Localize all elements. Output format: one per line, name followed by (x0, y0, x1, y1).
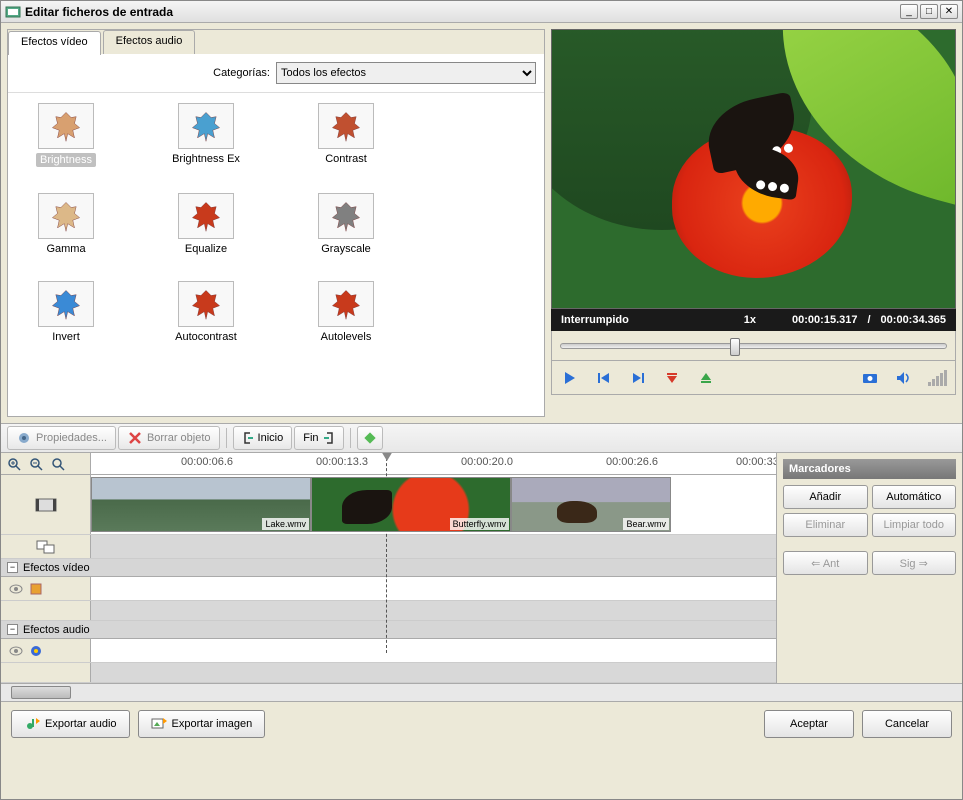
marker-prev-button[interactable]: ⇐ Ant (783, 551, 868, 575)
timeline-scrollbar[interactable] (1, 683, 962, 701)
audio-effects-section[interactable]: −Efectos audio (1, 621, 776, 639)
mark-in-button[interactable] (662, 368, 682, 388)
marker-clear-button[interactable]: Limpiar todo (872, 513, 957, 537)
volume-button[interactable] (894, 368, 914, 388)
export-image-icon (151, 716, 167, 732)
video-effects-section[interactable]: −Efectos vídeo (1, 559, 776, 577)
audio-effect-icon (29, 644, 43, 658)
seek-slider[interactable] (560, 343, 947, 349)
marker-auto-button[interactable]: Automático (872, 485, 957, 509)
prev-frame-button[interactable] (594, 368, 614, 388)
effect-icon (29, 582, 43, 596)
effect-autolevels[interactable]: Autolevels (306, 281, 386, 343)
zoom-in-button[interactable] (5, 455, 23, 473)
markers-panel: Marcadores Añadir Automático Eliminar Li… (777, 453, 962, 683)
playback-status: Interrumpido (561, 314, 629, 326)
properties-button[interactable]: Propiedades... (7, 426, 116, 450)
preview-panel: Interrumpido 1x 00:00:15.317 / 00:00:34.… (551, 29, 956, 417)
volume-indicator[interactable] (928, 370, 947, 386)
zoom-out-button[interactable] (27, 455, 45, 473)
gear-icon (16, 430, 32, 446)
marker-add-button[interactable]: Añadir (783, 485, 868, 509)
effect-equalize[interactable]: Equalize (166, 193, 246, 255)
transition-track-icon (36, 539, 56, 555)
effect-brightness-ex[interactable]: Brightness Ex (166, 103, 246, 167)
categories-select[interactable]: Todos los efectos (276, 62, 536, 84)
bracket-right-icon (323, 432, 335, 444)
preview-viewport (551, 29, 956, 309)
eye-icon[interactable] (9, 644, 23, 658)
markers-title: Marcadores (783, 459, 956, 479)
effect-grayscale[interactable]: Grayscale (306, 193, 386, 255)
effect-brightness[interactable]: Brightness (26, 103, 106, 167)
window-title: Editar ficheros de entrada (21, 5, 898, 19)
effects-panel: Efectos vídeo Efectos audio Categorías: … (7, 29, 545, 417)
export-audio-icon (24, 716, 40, 732)
marker-remove-button[interactable]: Eliminar (783, 513, 868, 537)
diamond-icon (363, 431, 377, 445)
trim-end-button[interactable]: Fin (294, 426, 343, 450)
effect-gamma[interactable]: Gamma (26, 193, 106, 255)
timeline: 00:00:06.6 00:00:13.3 00:00:20.0 00:00:2… (1, 453, 777, 683)
categories-label: Categorías: (213, 67, 270, 79)
clip-bear[interactable]: Bear.wmv (511, 477, 671, 532)
export-image-button[interactable]: Exportar imagen (138, 710, 266, 738)
tab-video-effects[interactable]: Efectos vídeo (8, 31, 101, 55)
accept-button[interactable]: Aceptar (764, 710, 854, 738)
effect-contrast[interactable]: Contrast (306, 103, 386, 167)
bracket-left-icon (242, 432, 254, 444)
clip-lake[interactable]: Lake.wmv (91, 477, 311, 532)
delete-object-button[interactable]: Borrar objeto (118, 426, 220, 450)
zoom-fit-button[interactable] (49, 455, 67, 473)
video-track-icon (34, 493, 58, 517)
eye-icon[interactable] (9, 582, 23, 596)
play-button[interactable] (560, 368, 580, 388)
delete-icon (127, 430, 143, 446)
close-button[interactable]: ✕ (940, 4, 958, 19)
mark-out-button[interactable] (696, 368, 716, 388)
marker-next-button[interactable]: Sig ⇒ (872, 551, 957, 575)
snapshot-button[interactable] (860, 368, 880, 388)
next-frame-button[interactable] (628, 368, 648, 388)
clip-butterfly[interactable]: Butterfly.wmv (311, 477, 511, 532)
export-audio-button[interactable]: Exportar audio (11, 710, 130, 738)
app-icon (5, 4, 21, 20)
timeline-toolbar: Propiedades... Borrar objeto Inicio Fin (1, 423, 962, 453)
effects-grid: Brightness Brightness Ex Contrast Gamma Equa… (8, 93, 544, 416)
time-total: 00:00:34.365 (881, 314, 946, 326)
timeline-ruler[interactable]: 00:00:06.6 00:00:13.3 00:00:20.0 00:00:2… (91, 453, 776, 474)
titlebar: Editar ficheros de entrada _ □ ✕ (1, 1, 962, 23)
tab-audio-effects[interactable]: Efectos audio (103, 30, 196, 54)
trim-start-button[interactable]: Inicio (233, 426, 293, 450)
minimize-button[interactable]: _ (900, 4, 918, 19)
maximize-button[interactable]: □ (920, 4, 938, 19)
cancel-button[interactable]: Cancelar (862, 710, 952, 738)
apply-effect-button[interactable] (357, 426, 383, 450)
time-current: 00:00:15.317 (792, 314, 857, 326)
playback-speed: 1x (744, 314, 756, 326)
effect-invert[interactable]: Invert (26, 281, 106, 343)
effect-autocontrast[interactable]: Autocontrast (166, 281, 246, 343)
